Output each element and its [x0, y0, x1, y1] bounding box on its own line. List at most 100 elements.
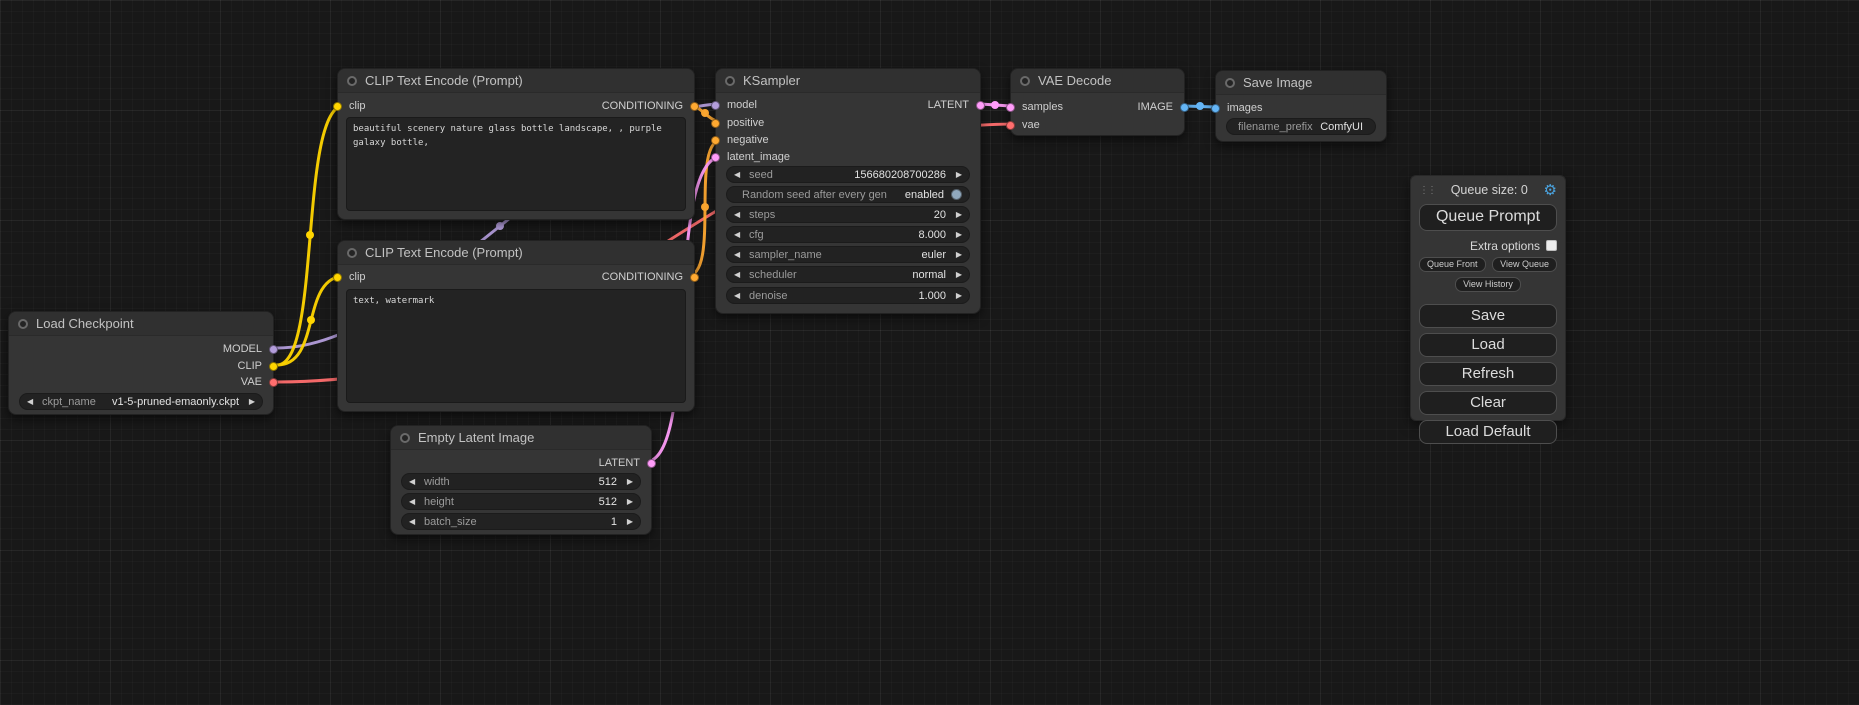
- input-slot-clip[interactable]: clip: [333, 99, 366, 113]
- decrement-arrow-icon[interactable]: ◀: [734, 231, 745, 239]
- increment-arrow-icon[interactable]: ▶: [244, 398, 255, 406]
- denoise-widget[interactable]: ◀ denoise 1.000 ▶: [726, 287, 970, 304]
- node-title-bar[interactable]: Load Checkpoint: [9, 312, 273, 336]
- ckpt-name-widget[interactable]: ◀ ckpt_name v1-5-pruned-emaonly.ckpt ▶: [19, 393, 263, 410]
- output-slot-model[interactable]: MODEL: [223, 342, 278, 356]
- output-slot-clip[interactable]: CLIP: [238, 359, 278, 373]
- input-slot-images[interactable]: images: [1211, 101, 1262, 115]
- input-slot-vae[interactable]: vae: [1006, 118, 1040, 132]
- clip-socket-icon[interactable]: [269, 362, 278, 371]
- latent-socket-icon[interactable]: [711, 153, 720, 162]
- model-socket-icon[interactable]: [711, 101, 720, 110]
- node-title-bar[interactable]: Empty Latent Image: [391, 426, 651, 450]
- filename-prefix-widget[interactable]: filename_prefix ComfyUI: [1226, 118, 1376, 135]
- negative-prompt-textarea[interactable]: text, watermark: [346, 289, 686, 403]
- increment-arrow-icon[interactable]: ▶: [951, 271, 962, 279]
- decrement-arrow-icon[interactable]: ◀: [27, 398, 38, 406]
- view-history-button[interactable]: View History: [1455, 277, 1521, 292]
- queue-prompt-button[interactable]: Queue Prompt: [1419, 204, 1557, 231]
- load-default-button[interactable]: Load Default: [1419, 420, 1557, 444]
- vae-socket-icon[interactable]: [1006, 121, 1015, 130]
- clear-button[interactable]: Clear: [1419, 391, 1557, 415]
- load-button[interactable]: Load: [1419, 333, 1557, 357]
- batch-size-widget[interactable]: ◀ batch_size 1 ▶: [401, 513, 641, 530]
- collapse-dot-icon[interactable]: [1225, 78, 1235, 88]
- increment-arrow-icon[interactable]: ▶: [951, 171, 962, 179]
- latent-socket-icon[interactable]: [976, 101, 985, 110]
- output-slot-conditioning[interactable]: CONDITIONING: [602, 270, 699, 284]
- input-slot-negative[interactable]: negative: [711, 133, 769, 147]
- input-slot-positive[interactable]: positive: [711, 116, 764, 130]
- input-slot-samples[interactable]: samples: [1006, 100, 1063, 114]
- input-slot-clip[interactable]: clip: [333, 270, 366, 284]
- node-save-image[interactable]: Save Image images filename_prefix ComfyU…: [1215, 70, 1387, 142]
- conditioning-socket-icon[interactable]: [711, 119, 720, 128]
- collapse-dot-icon[interactable]: [347, 248, 357, 258]
- scheduler-widget[interactable]: ◀ scheduler normal ▶: [726, 266, 970, 283]
- toggle-knob-icon[interactable]: [951, 189, 962, 200]
- drag-handle-icon[interactable]: ⋮⋮: [1419, 185, 1435, 196]
- conditioning-socket-icon[interactable]: [690, 102, 699, 111]
- height-widget[interactable]: ◀ height 512 ▶: [401, 493, 641, 510]
- latent-socket-icon[interactable]: [647, 459, 656, 468]
- positive-prompt-textarea[interactable]: beautiful scenery nature glass bottle la…: [346, 117, 686, 211]
- node-graph-canvas[interactable]: Load Checkpoint MODEL CLIP VAE ◀ ckpt_na…: [0, 0, 1859, 705]
- save-button[interactable]: Save: [1419, 304, 1557, 328]
- decrement-arrow-icon[interactable]: ◀: [734, 211, 745, 219]
- collapse-dot-icon[interactable]: [347, 76, 357, 86]
- model-socket-icon[interactable]: [269, 345, 278, 354]
- input-slot-model[interactable]: model: [711, 98, 757, 112]
- decrement-arrow-icon[interactable]: ◀: [734, 271, 745, 279]
- image-socket-icon[interactable]: [1211, 104, 1220, 113]
- increment-arrow-icon[interactable]: ▶: [951, 251, 962, 259]
- clip-socket-icon[interactable]: [333, 102, 342, 111]
- node-vae-decode[interactable]: VAE Decode samples vae IMAGE: [1010, 68, 1185, 136]
- node-title-bar[interactable]: KSampler: [716, 69, 980, 93]
- seed-widget[interactable]: ◀ seed 156680208700286 ▶: [726, 166, 970, 183]
- latent-socket-icon[interactable]: [1006, 103, 1015, 112]
- decrement-arrow-icon[interactable]: ◀: [409, 478, 420, 486]
- conditioning-socket-icon[interactable]: [711, 136, 720, 145]
- clip-socket-icon[interactable]: [333, 273, 342, 282]
- node-clip-text-encode-positive[interactable]: CLIP Text Encode (Prompt) clip CONDITION…: [337, 68, 695, 220]
- output-slot-conditioning[interactable]: CONDITIONING: [602, 99, 699, 113]
- random-seed-toggle-widget[interactable]: Random seed after every gen enabled: [726, 186, 970, 203]
- input-slot-latent-image[interactable]: latent_image: [711, 150, 790, 164]
- collapse-dot-icon[interactable]: [725, 76, 735, 86]
- node-clip-text-encode-negative[interactable]: CLIP Text Encode (Prompt) clip CONDITION…: [337, 240, 695, 412]
- increment-arrow-icon[interactable]: ▶: [622, 478, 633, 486]
- collapse-dot-icon[interactable]: [400, 433, 410, 443]
- output-slot-image[interactable]: IMAGE: [1138, 100, 1189, 114]
- increment-arrow-icon[interactable]: ▶: [622, 518, 633, 526]
- output-slot-vae[interactable]: VAE: [241, 375, 278, 389]
- node-load-checkpoint[interactable]: Load Checkpoint MODEL CLIP VAE ◀ ckpt_na…: [8, 311, 274, 415]
- vae-socket-icon[interactable]: [269, 378, 278, 387]
- queue-front-button[interactable]: Queue Front: [1419, 257, 1486, 272]
- decrement-arrow-icon[interactable]: ◀: [734, 292, 745, 300]
- node-title-bar[interactable]: CLIP Text Encode (Prompt): [338, 69, 694, 93]
- increment-arrow-icon[interactable]: ▶: [951, 231, 962, 239]
- refresh-button[interactable]: Refresh: [1419, 362, 1557, 386]
- decrement-arrow-icon[interactable]: ◀: [409, 518, 420, 526]
- increment-arrow-icon[interactable]: ▶: [622, 498, 633, 506]
- image-socket-icon[interactable]: [1180, 103, 1189, 112]
- settings-gear-icon[interactable]: ⚙: [1544, 183, 1557, 198]
- cfg-widget[interactable]: ◀ cfg 8.000 ▶: [726, 226, 970, 243]
- increment-arrow-icon[interactable]: ▶: [951, 211, 962, 219]
- node-title-bar[interactable]: VAE Decode: [1011, 69, 1184, 93]
- node-ksampler[interactable]: KSampler model positive negative latent_…: [715, 68, 981, 314]
- conditioning-socket-icon[interactable]: [690, 273, 699, 282]
- collapse-dot-icon[interactable]: [18, 319, 28, 329]
- output-slot-latent[interactable]: LATENT: [928, 98, 985, 112]
- decrement-arrow-icon[interactable]: ◀: [734, 251, 745, 259]
- node-title-bar[interactable]: CLIP Text Encode (Prompt): [338, 241, 694, 265]
- decrement-arrow-icon[interactable]: ◀: [409, 498, 420, 506]
- node-title-bar[interactable]: Save Image: [1216, 71, 1386, 95]
- node-empty-latent-image[interactable]: Empty Latent Image LATENT ◀ width 512 ▶ …: [390, 425, 652, 535]
- width-widget[interactable]: ◀ width 512 ▶: [401, 473, 641, 490]
- sampler-name-widget[interactable]: ◀ sampler_name euler ▶: [726, 246, 970, 263]
- collapse-dot-icon[interactable]: [1020, 76, 1030, 86]
- extra-options-checkbox[interactable]: [1546, 240, 1557, 251]
- increment-arrow-icon[interactable]: ▶: [951, 292, 962, 300]
- decrement-arrow-icon[interactable]: ◀: [734, 171, 745, 179]
